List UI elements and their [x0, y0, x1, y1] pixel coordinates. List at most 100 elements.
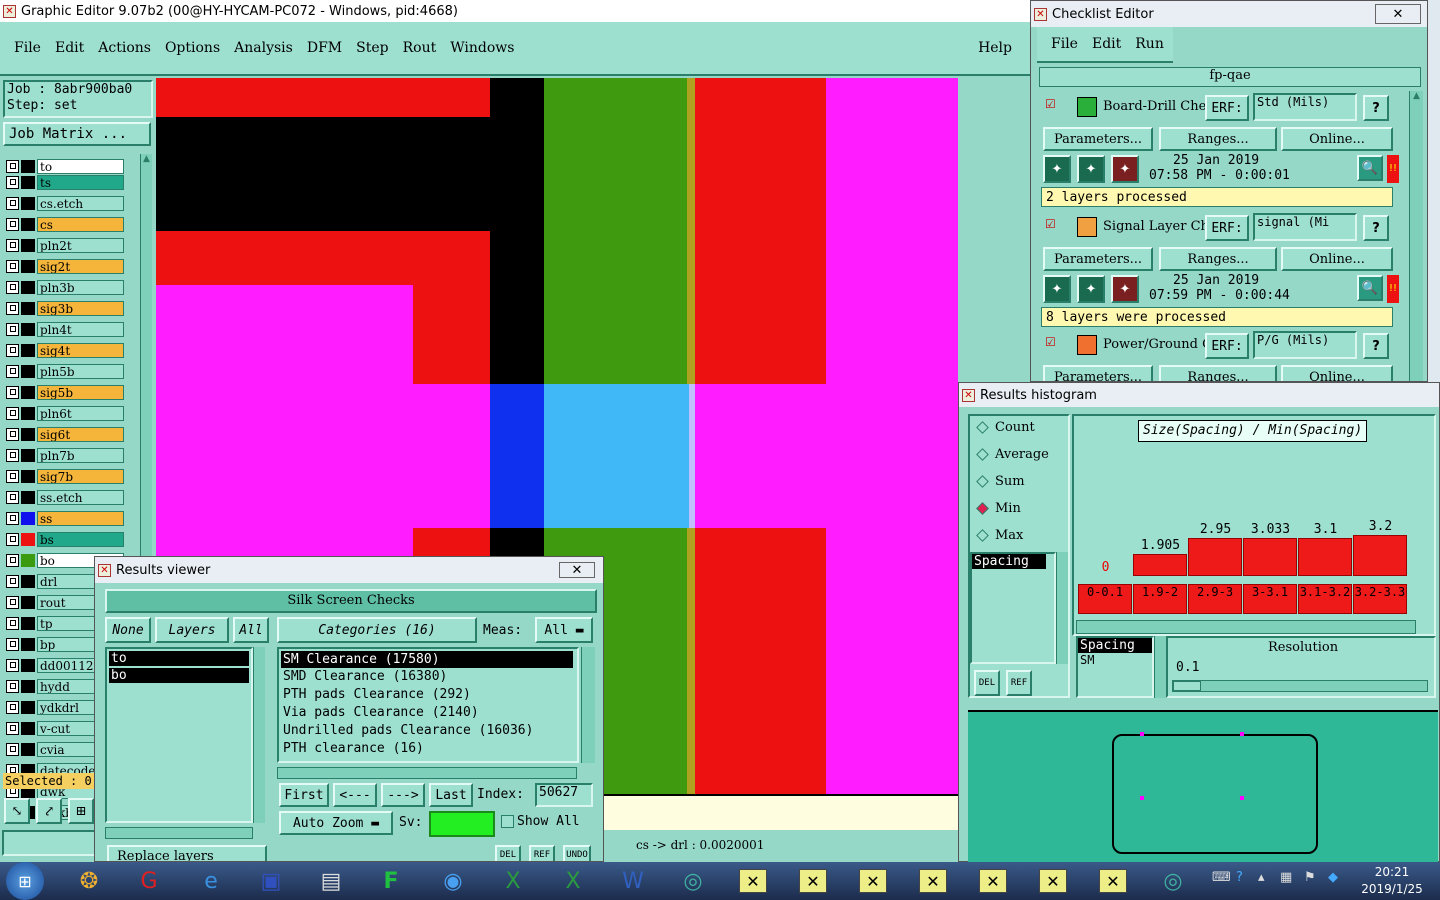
help-button[interactable]: ?: [1363, 215, 1389, 241]
x-window-icon[interactable]: ✕: [1026, 862, 1080, 900]
x-window-icon[interactable]: ✕: [1086, 862, 1140, 900]
category-scrollbar[interactable]: [581, 647, 595, 763]
histogram-bar[interactable]: [1298, 538, 1352, 576]
bar-range-label[interactable]: 1.9-2: [1133, 584, 1187, 614]
parameters-button[interactable]: Parameters...: [1043, 365, 1153, 381]
attr-values-scrollbar[interactable]: [1154, 636, 1166, 698]
layer-checkbox[interactable]: [6, 322, 19, 336]
parameters-button[interactable]: Parameters...: [1043, 247, 1153, 271]
layer-checkbox[interactable]: [6, 280, 19, 294]
layer-checkbox[interactable]: [6, 159, 19, 173]
layer-checkbox[interactable]: [6, 574, 19, 588]
excel-icon-2[interactable]: X: [546, 862, 600, 900]
bar-range-label[interactable]: 2.9-3: [1188, 584, 1242, 614]
layer-color-swatch[interactable]: [21, 159, 35, 173]
excel-icon[interactable]: X: [486, 862, 540, 900]
results-viewer-close-button[interactable]: ✕: [559, 562, 595, 578]
layer-name[interactable]: sig3b: [37, 300, 124, 316]
keyboard-icon[interactable]: ⌨: [1212, 870, 1231, 885]
bar-range-label[interactable]: 3-3.1: [1243, 584, 1297, 614]
shell-app-icon[interactable]: ❂: [62, 862, 116, 900]
result-layer-bo[interactable]: bo: [109, 668, 249, 683]
check-item-checkbox[interactable]: ☑: [1045, 97, 1056, 111]
next-button[interactable]: --->: [381, 783, 425, 807]
erf-value[interactable]: P/G (Mils): [1253, 331, 1357, 359]
layer-row[interactable]: sig7b: [6, 468, 124, 484]
layer-checkbox[interactable]: [6, 553, 19, 567]
first-button[interactable]: First: [279, 783, 329, 807]
layer-name[interactable]: sig2t: [37, 258, 124, 274]
bluetooth-icon[interactable]: ◆: [1328, 870, 1338, 885]
histogram-hscroll[interactable]: [1076, 620, 1416, 634]
layer-color-swatch[interactable]: [21, 364, 35, 378]
layer-color-swatch[interactable]: [21, 595, 35, 609]
layer-name[interactable]: pln5b: [37, 363, 124, 379]
layer-name[interactable]: ss.etch: [37, 489, 124, 505]
layer-checkbox[interactable]: [6, 595, 19, 609]
erf-button[interactable]: ERF:: [1205, 333, 1249, 359]
layer-checkbox[interactable]: [6, 637, 19, 651]
histogram-bar[interactable]: [1133, 554, 1187, 576]
mode-sum[interactable]: Sum: [976, 474, 1025, 489]
menu-analysis[interactable]: Analysis: [234, 40, 293, 56]
measure-icon[interactable]: ⤤: [36, 798, 62, 824]
layer-checkbox[interactable]: [6, 259, 19, 273]
category-item[interactable]: Via pads Clearance (2140): [279, 704, 577, 722]
layer-checkbox[interactable]: [6, 742, 19, 756]
layer-checkbox[interactable]: [6, 448, 19, 462]
layer-checkbox[interactable]: [6, 490, 19, 504]
flag-icon[interactable]: ⚑: [1304, 870, 1316, 885]
bar-range-label[interactable]: 3.2-3.3: [1353, 584, 1407, 614]
checklist-scrollbar[interactable]: ▲: [1409, 91, 1423, 381]
help-tray-icon[interactable]: ?: [1236, 870, 1243, 885]
x-window-icon[interactable]: ✕: [906, 862, 960, 900]
rv-undo-button[interactable]: UNDO: [563, 845, 591, 861]
erf-button[interactable]: ERF:: [1205, 95, 1249, 121]
layer-checkbox[interactable]: [6, 532, 19, 546]
layer-row[interactable]: sig2t: [6, 258, 124, 274]
layer-checkbox[interactable]: [6, 700, 19, 714]
layer-color-swatch[interactable]: [21, 196, 35, 210]
checklist-menu-edit[interactable]: Edit: [1092, 36, 1121, 52]
layer-row[interactable]: pln5b: [6, 363, 124, 379]
x-window-icon[interactable]: ✕: [846, 862, 900, 900]
layer-result-list[interactable]: to bo: [105, 647, 253, 823]
start-button[interactable]: ⊞: [6, 862, 44, 900]
ranges-button[interactable]: Ranges...: [1159, 365, 1277, 381]
layer-name[interactable]: ss: [37, 510, 124, 526]
layer-color-swatch[interactable]: [21, 553, 35, 567]
help-button[interactable]: ?: [1363, 95, 1389, 121]
histogram-bar[interactable]: [1353, 535, 1407, 576]
layer-color-swatch[interactable]: [21, 679, 35, 693]
layer-row[interactable]: sig3b: [6, 300, 124, 316]
layer-name[interactable]: pln3b: [37, 279, 124, 295]
last-button[interactable]: Last: [429, 783, 473, 807]
layer-checkbox[interactable]: [6, 343, 19, 357]
layer-color-swatch[interactable]: [21, 217, 35, 231]
menu-file[interactable]: File: [14, 40, 41, 56]
layer-row[interactable]: pln2t: [6, 237, 124, 253]
layer-color-swatch[interactable]: [21, 406, 35, 420]
save-disk-icon[interactable]: ▣: [244, 862, 298, 900]
layer-name[interactable]: to: [37, 158, 124, 174]
zoom-icon[interactable]: 🔍: [1357, 275, 1383, 301]
category-item[interactable]: PTH clearance (16): [279, 740, 577, 758]
layer-name[interactable]: sig5b: [37, 384, 124, 400]
layer-color-swatch[interactable]: [21, 532, 35, 546]
layer-row[interactable]: sig4t: [6, 342, 124, 358]
layer-row[interactable]: pln7b: [6, 447, 124, 463]
stop-icon[interactable]: ✦: [1111, 275, 1139, 303]
category-item[interactable]: SMD Clearance (16380): [279, 668, 577, 686]
menu-help[interactable]: Help: [978, 40, 1012, 56]
layer-checkbox[interactable]: [6, 217, 19, 231]
layers-button[interactable]: Layers: [155, 617, 229, 643]
x-window-icon[interactable]: ✕: [726, 862, 780, 900]
layer-name[interactable]: ts: [37, 174, 124, 190]
mode-min[interactable]: Min: [976, 501, 1021, 516]
none-button[interactable]: None: [105, 617, 151, 643]
menu-rout[interactable]: Rout: [403, 40, 437, 56]
category-hscroll[interactable]: [277, 767, 577, 779]
layer-checkbox[interactable]: [6, 721, 19, 735]
layer-row[interactable]: cs.etch: [6, 195, 124, 211]
hist-ref-button[interactable]: REF: [1006, 670, 1032, 696]
